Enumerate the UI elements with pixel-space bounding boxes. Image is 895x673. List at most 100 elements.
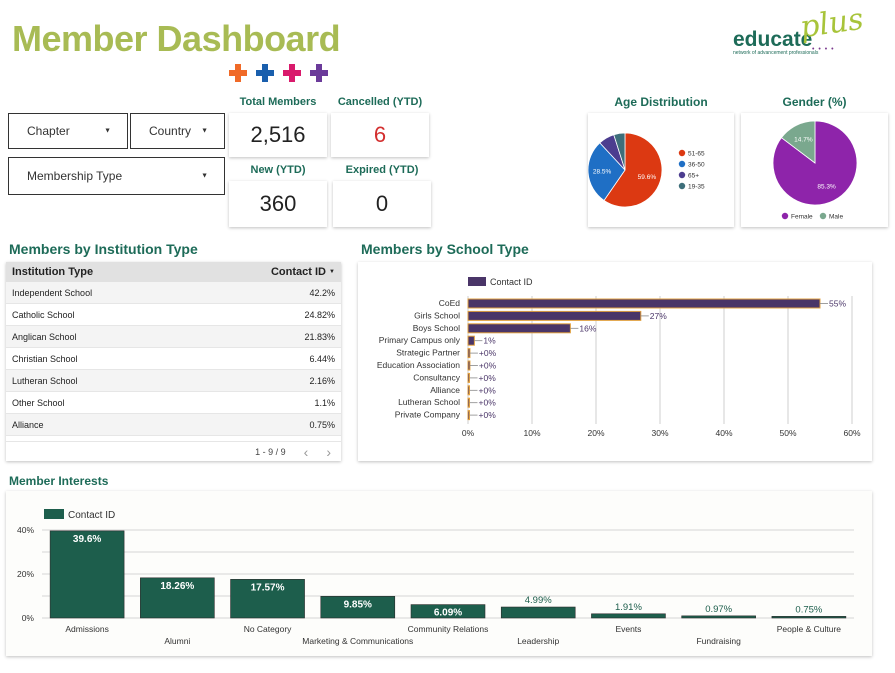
age-chart-title: Age Distribution bbox=[614, 95, 708, 109]
institution-table: Institution Type Contact ID ▼ Independen… bbox=[6, 262, 341, 461]
data-label: 39.6% bbox=[73, 534, 101, 545]
chevron-down-icon: ▼ bbox=[201, 172, 208, 180]
tick-label: 20% bbox=[587, 428, 604, 438]
row-institution-name: Christian School bbox=[12, 353, 78, 364]
tick-label: 40% bbox=[17, 525, 34, 535]
category-label: People & Culture bbox=[777, 624, 842, 634]
school-type-title: Members by School Type bbox=[361, 241, 529, 257]
tick-label: 50% bbox=[779, 428, 796, 438]
data-label: 27% bbox=[650, 311, 667, 321]
membership-type-filter[interactable]: Membership Type ▼ bbox=[8, 157, 225, 195]
data-label: 17.57% bbox=[251, 582, 285, 593]
legend-dot bbox=[678, 160, 686, 168]
category-label: Admissions bbox=[65, 624, 108, 634]
legend-dot bbox=[678, 149, 686, 157]
table-pagination: 1 - 9 / 9 ‹ › bbox=[6, 441, 341, 461]
data-label: +0% bbox=[479, 373, 497, 383]
interests-card: Contact ID 0% 20% 40% 39.6% Admissions 18.26% A… bbox=[6, 491, 872, 656]
data-label: +0% bbox=[479, 385, 497, 395]
chevron-down-icon: ▼ bbox=[201, 127, 208, 135]
table-row[interactable]: Alliance 0.75% bbox=[6, 414, 341, 436]
cancelled-value: 6 bbox=[331, 113, 429, 157]
school-type-card: Contact ID 0% 10% 20% 30% 40% 50% 60% CoEd 55% Gir… bbox=[358, 262, 872, 461]
tick-label: 20% bbox=[17, 569, 34, 579]
table-body: Independent School 42.2% Catholic School 24… bbox=[6, 282, 341, 436]
legend-label: Contact ID bbox=[490, 277, 533, 287]
category-label: Education Association bbox=[377, 360, 460, 370]
category-label: Fundraising bbox=[696, 636, 741, 646]
logo-dots: • • • • bbox=[812, 46, 835, 53]
bar bbox=[467, 335, 475, 346]
row-contact-value: 21.83% bbox=[304, 331, 335, 342]
new-label: New (YTD) bbox=[250, 164, 306, 176]
interests-title: Member Interests bbox=[9, 474, 109, 488]
logo-plus: plus bbox=[797, 1, 866, 46]
data-label: +0% bbox=[479, 398, 497, 408]
row-institution-name: Alliance bbox=[12, 419, 44, 430]
legend-label: Female bbox=[791, 214, 813, 221]
interests-bar-chart: Contact ID 0% 20% 40% 39.6% Admissions 18.26% A… bbox=[17, 509, 854, 646]
legend-label: 65+ bbox=[688, 173, 699, 180]
category-label: Primary Campus only bbox=[379, 335, 461, 345]
new-value: 360 bbox=[229, 181, 327, 227]
category-label: Marketing & Communications bbox=[302, 636, 413, 646]
col-institution-type[interactable]: Institution Type bbox=[12, 266, 93, 278]
data-label: +0% bbox=[479, 348, 497, 358]
data-label: +0% bbox=[479, 410, 497, 420]
category-label: Private Company bbox=[395, 410, 461, 420]
legend-swatch bbox=[468, 277, 486, 286]
category-label: CoEd bbox=[439, 298, 461, 308]
pagination-text: 1 - 9 / 9 bbox=[255, 446, 286, 457]
tick-label: 0% bbox=[22, 613, 35, 623]
category-label: Events bbox=[615, 624, 641, 634]
chapter-filter[interactable]: Chapter ▼ bbox=[8, 113, 128, 149]
legend-dot bbox=[819, 212, 827, 220]
bar bbox=[467, 310, 642, 321]
row-contact-value: 6.44% bbox=[309, 353, 335, 364]
pink-cross-icon bbox=[283, 64, 301, 82]
institution-title: Members by Institution Type bbox=[9, 241, 198, 257]
prev-page-icon[interactable]: ‹ bbox=[304, 444, 309, 460]
table-row[interactable]: Catholic School 24.82% bbox=[6, 304, 341, 326]
bar bbox=[591, 613, 666, 619]
legend-dot bbox=[781, 212, 789, 220]
category-label: Community Relations bbox=[408, 624, 489, 634]
tick-label: 30% bbox=[651, 428, 668, 438]
school-type-bar-chart: Contact ID 0% 10% 20% 30% 40% 50% 60% CoEd 55% Gir… bbox=[377, 277, 861, 438]
category-label: Alliance bbox=[430, 385, 460, 395]
tick-label: 10% bbox=[523, 428, 540, 438]
next-page-icon[interactable]: › bbox=[326, 444, 331, 460]
bar bbox=[467, 323, 571, 334]
total-members-value: 2,516 bbox=[229, 113, 327, 157]
category-label: Alumni bbox=[164, 636, 190, 646]
table-row[interactable]: Christian School 6.44% bbox=[6, 348, 341, 370]
legend-label: Contact ID bbox=[68, 510, 115, 521]
data-label: 55% bbox=[829, 299, 846, 309]
row-contact-value: 42.2% bbox=[309, 287, 335, 298]
country-filter[interactable]: Country ▼ bbox=[130, 113, 225, 149]
blue-cross-icon bbox=[256, 64, 274, 82]
table-row[interactable]: Anglican School 21.83% bbox=[6, 326, 341, 348]
category-label: Leadership bbox=[517, 636, 559, 646]
col-contact-id[interactable]: Contact ID ▼ bbox=[271, 266, 335, 278]
data-label: 1.91% bbox=[615, 602, 642, 613]
row-institution-name: Lutheran School bbox=[12, 375, 78, 386]
row-institution-name: Independent School bbox=[12, 287, 93, 298]
bar bbox=[467, 385, 470, 396]
bar bbox=[500, 606, 576, 619]
data-label: 0.97% bbox=[705, 604, 732, 615]
row-institution-name: Catholic School bbox=[12, 309, 75, 320]
total-members-label: Total Members bbox=[239, 96, 317, 108]
table-row[interactable]: Other School 1.1% bbox=[6, 392, 341, 414]
country-filter-label: Country bbox=[149, 124, 192, 138]
table-header: Institution Type Contact ID ▼ bbox=[6, 262, 341, 282]
table-row[interactable]: Lutheran School 2.16% bbox=[6, 370, 341, 392]
purple-cross-icon bbox=[310, 64, 328, 82]
logo-tagline: network of advancement professionals bbox=[733, 50, 819, 56]
table-row[interactable]: Independent School 42.2% bbox=[6, 282, 341, 304]
expired-label: Expired (YTD) bbox=[345, 164, 419, 176]
bar bbox=[467, 397, 470, 408]
orange-cross-icon bbox=[229, 64, 247, 82]
page-title: Member Dashboard bbox=[12, 18, 341, 59]
data-label: +0% bbox=[479, 361, 497, 371]
